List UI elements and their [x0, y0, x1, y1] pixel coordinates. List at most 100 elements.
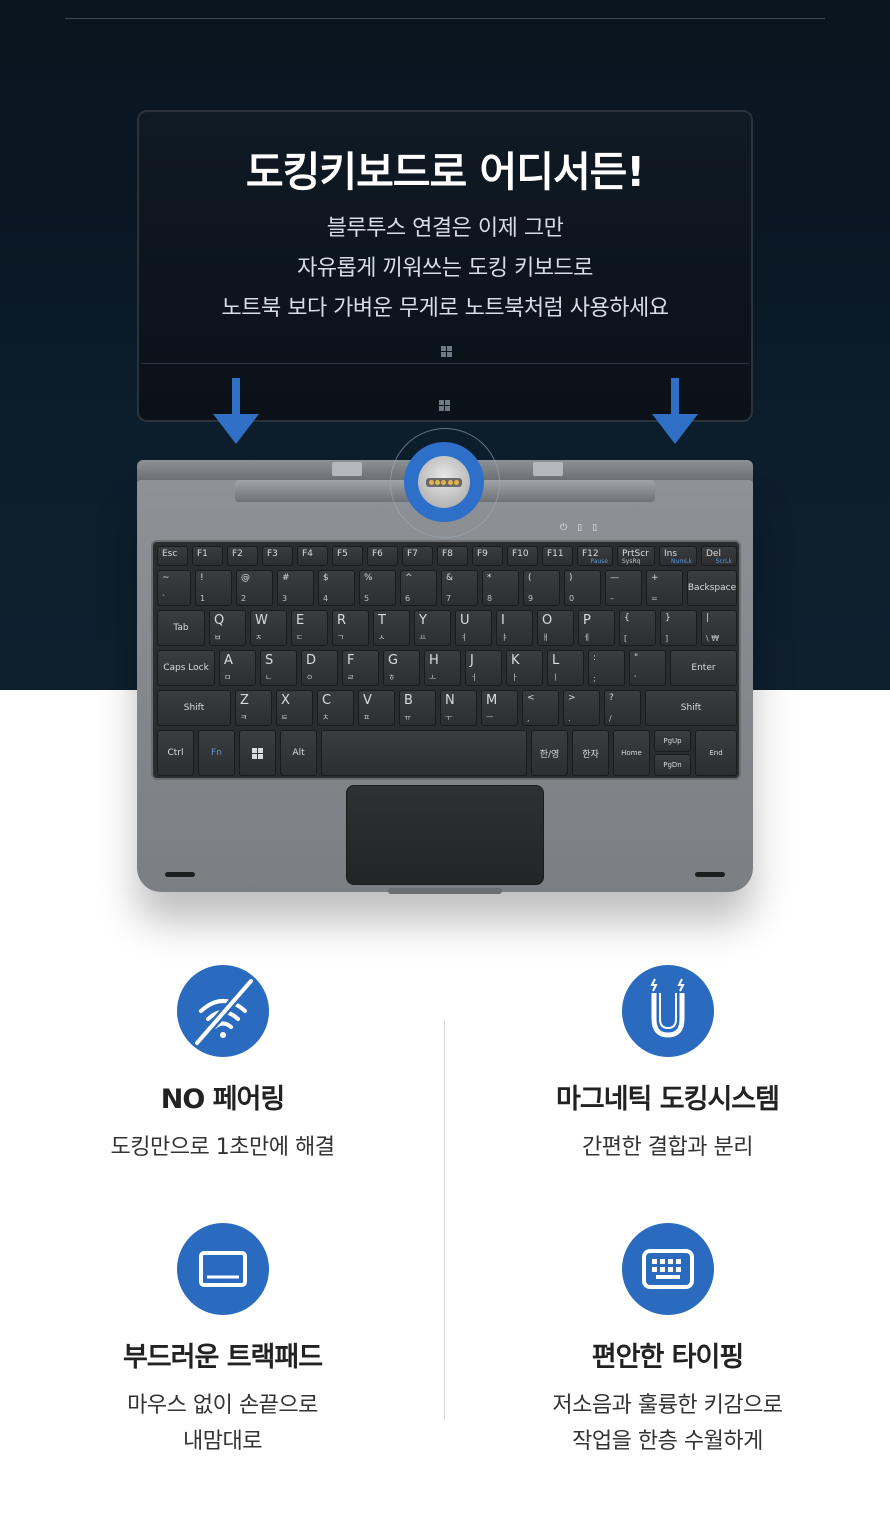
- key-o[interactable]: Oㅐ: [537, 610, 574, 646]
- key-h[interactable]: Hㅗ: [424, 650, 461, 686]
- key-shift-left[interactable]: Shift: [157, 690, 231, 726]
- key-n[interactable]: Nㅜ: [440, 690, 477, 726]
- key-space[interactable]: [321, 730, 527, 776]
- trackpad[interactable]: [346, 785, 544, 885]
- front-notch: [388, 888, 502, 894]
- key-s[interactable]: Sㄴ: [260, 650, 297, 686]
- key-left-bracket[interactable]: {[: [619, 610, 656, 646]
- key-hanja[interactable]: 한자: [572, 730, 609, 776]
- num-led-icon: ▯: [592, 523, 598, 533]
- key-3[interactable]: #3: [277, 570, 314, 606]
- key-f12[interactable]: F12 Pause: [577, 546, 613, 566]
- key-4[interactable]: $4: [318, 570, 355, 606]
- key-quote[interactable]: " ': [629, 650, 666, 686]
- key-m[interactable]: Mㅡ: [481, 690, 518, 726]
- feature-title: NO 페어링: [160, 1084, 285, 1115]
- key-shift-right[interactable]: Shift: [645, 690, 737, 726]
- key-l[interactable]: Lㅣ: [547, 650, 584, 686]
- key-esc[interactable]: Esc: [157, 546, 188, 566]
- key-semicolon[interactable]: :;: [588, 650, 625, 686]
- key-a[interactable]: Aㅁ: [219, 650, 256, 686]
- key-8[interactable]: * 8: [482, 570, 519, 606]
- key-f5[interactable]: F5: [332, 546, 363, 566]
- key-tab[interactable]: Tab: [157, 610, 205, 646]
- key-f3[interactable]: F3: [262, 546, 293, 566]
- key-j[interactable]: Jㅓ: [465, 650, 502, 686]
- key-end[interactable]: End: [695, 730, 737, 776]
- key-f9[interactable]: F9: [472, 546, 503, 566]
- feature-title: 부드러운 트랙패드: [122, 1342, 323, 1373]
- key-prtscr[interactable]: PrtScr SysRq: [617, 546, 655, 566]
- key-0[interactable]: ) 0: [564, 570, 601, 606]
- key-home[interactable]: Home: [613, 730, 650, 776]
- key-f7[interactable]: F7: [402, 546, 433, 566]
- key-comma[interactable]: <,: [522, 690, 559, 726]
- key-period[interactable]: >.: [563, 690, 600, 726]
- feature-trackpad: 부드러운 트랙패드 마우스 없이 손끝으로 내맘대로: [0, 1223, 445, 1460]
- feature-title: 마그네틱 도킹시스템: [556, 1084, 780, 1115]
- key-t[interactable]: Tㅅ: [373, 610, 410, 646]
- key-ctrl[interactable]: Ctrl: [157, 730, 194, 776]
- key-f6[interactable]: F6: [367, 546, 398, 566]
- windows-logo-icon: [441, 346, 452, 357]
- windows-button-icon: [439, 400, 450, 411]
- key-hangul[interactable]: 한/영: [531, 730, 568, 776]
- key-w[interactable]: Wㅈ: [250, 610, 287, 646]
- key-f11[interactable]: F11: [542, 546, 573, 566]
- key-f1[interactable]: F1: [192, 546, 223, 566]
- key-b[interactable]: Bㅠ: [399, 690, 436, 726]
- keyboard-icon: [621, 1223, 714, 1315]
- key-del[interactable]: Del ScrLk: [701, 546, 737, 566]
- key-f2[interactable]: F2: [227, 546, 258, 566]
- key-right-bracket[interactable]: }]: [660, 610, 697, 646]
- key-i[interactable]: Iㅑ: [496, 610, 533, 646]
- power-led-icon: ⏻: [560, 523, 568, 533]
- key-alt[interactable]: Alt: [280, 730, 317, 776]
- key-5[interactable]: % 5: [359, 570, 396, 606]
- key-r[interactable]: Rㄱ: [332, 610, 369, 646]
- key-p[interactable]: Pㅔ: [578, 610, 615, 646]
- key-q[interactable]: Qㅂ: [209, 610, 246, 646]
- key-f8[interactable]: F8: [437, 546, 468, 566]
- key-u[interactable]: Uㅕ: [455, 610, 492, 646]
- key-c[interactable]: Cㅊ: [317, 690, 354, 726]
- key-g[interactable]: Gㅎ: [383, 650, 420, 686]
- key-x[interactable]: Xㅌ: [276, 690, 313, 726]
- key-tilde[interactable]: ~ `: [157, 570, 191, 606]
- key-6[interactable]: ^ 6: [400, 570, 437, 606]
- key-f4[interactable]: F4: [297, 546, 328, 566]
- key-equals[interactable]: + =: [646, 570, 683, 606]
- key-f10[interactable]: F10: [507, 546, 538, 566]
- key-backspace[interactable]: Backspace: [687, 570, 737, 606]
- key-fn[interactable]: Fn: [198, 730, 235, 776]
- key-minus[interactable]: — –: [605, 570, 642, 606]
- key-v[interactable]: Vㅍ: [358, 690, 395, 726]
- key-9[interactable]: (9: [523, 570, 560, 606]
- key-7[interactable]: & 7: [441, 570, 478, 606]
- key-pgdn[interactable]: PgDn: [654, 754, 691, 776]
- key-e[interactable]: Eㄷ: [291, 610, 328, 646]
- key-enter[interactable]: Enter: [670, 650, 737, 686]
- key-2[interactable]: @2: [236, 570, 273, 606]
- key-z[interactable]: Zㅋ: [235, 690, 272, 726]
- key-slash[interactable]: ? /: [604, 690, 641, 726]
- keyboard: Esc F1 F2 F3 F4 F5 F6 F7 F8 F9 F10 F11 F…: [151, 540, 741, 780]
- key-1[interactable]: ! 1: [195, 570, 232, 606]
- key-d[interactable]: Dㅇ: [301, 650, 338, 686]
- feature-desc: 저소음과 훌륭한 키감으로 작업을 한층 수월하게: [552, 1393, 783, 1454]
- key-capslock[interactable]: Caps Lock: [157, 650, 215, 686]
- feature-desc: 도킹만으로 1초만에 해결: [110, 1135, 335, 1160]
- status-leds: ⏻ ▯ ▯: [560, 523, 597, 533]
- arrow-down-icon: [652, 378, 698, 444]
- feature-title: 편안한 타이핑: [591, 1342, 744, 1373]
- key-y[interactable]: Yㅛ: [414, 610, 451, 646]
- key-ins[interactable]: Ins NumLk: [659, 546, 697, 566]
- feature-typing: 편안한 타이핑 저소음과 훌륭한 키감으로 작업을 한층 수월하게: [445, 1223, 890, 1460]
- trackpad-icon: [176, 1223, 269, 1315]
- rubber-foot: [695, 872, 725, 877]
- key-f[interactable]: Fㄹ: [342, 650, 379, 686]
- key-backslash[interactable]: | \ ₩: [701, 610, 737, 646]
- key-windows[interactable]: [239, 730, 276, 776]
- key-k[interactable]: Kㅏ: [506, 650, 543, 686]
- key-pgup[interactable]: PgUp: [654, 730, 691, 752]
